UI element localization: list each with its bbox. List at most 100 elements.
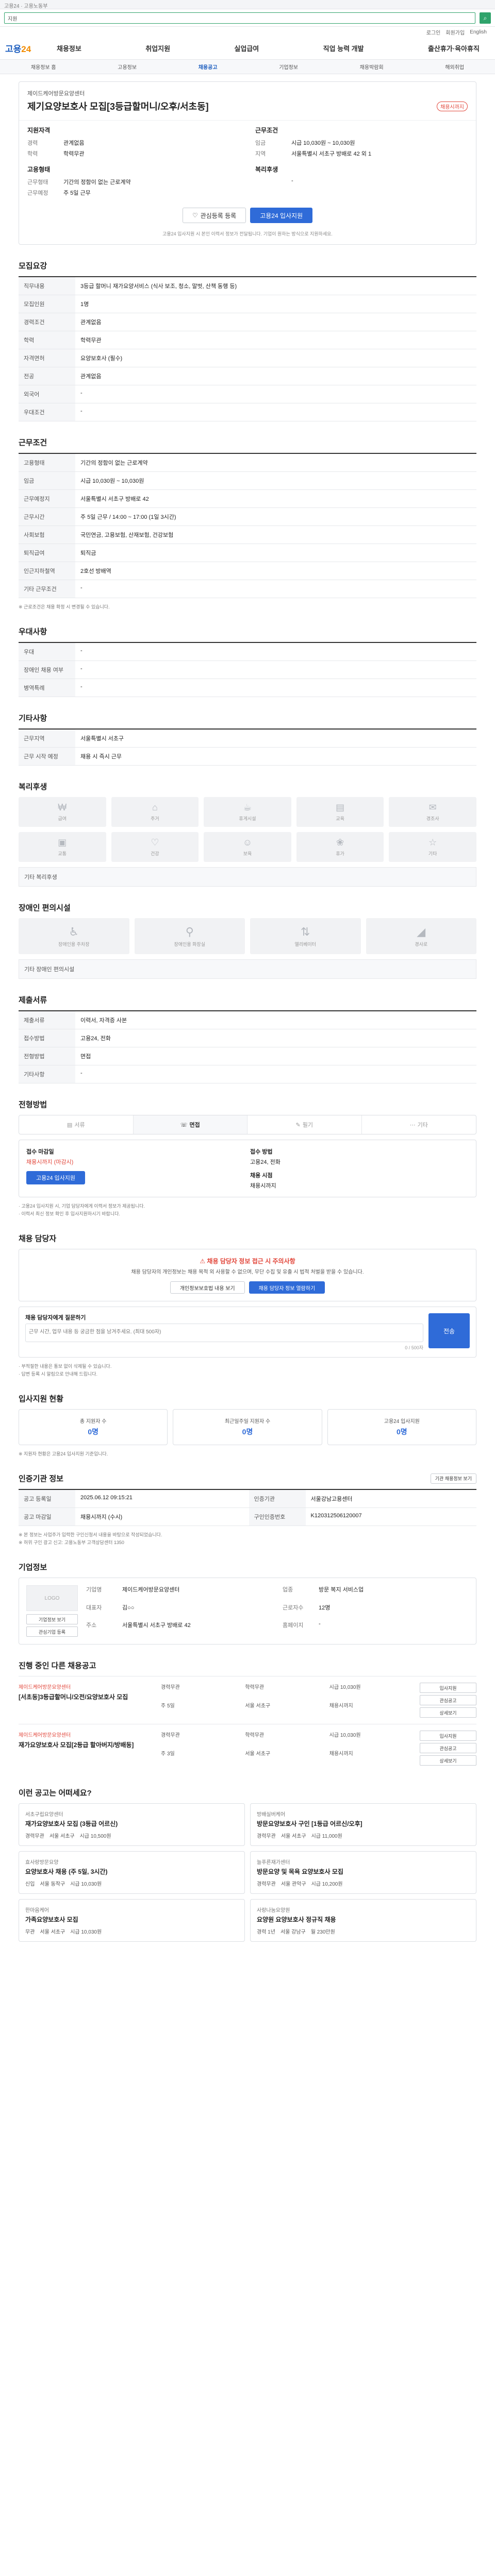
company-name[interactable]: 제이드케어방문요양센터 [27, 89, 468, 97]
info-row: 우대조건 - [19, 403, 476, 421]
other-job-item[interactable]: 제이드케어방문요양센터 [서초동]3등급할머니/오전/요양보호사 모집 경력무관 학력… [19, 1676, 476, 1724]
info-row: 제출서류 이력서, 자격증 사본 [19, 1011, 476, 1030]
privacy-law-button[interactable]: 개인정보보호법 내용 보기 [170, 1281, 245, 1294]
subnav-item[interactable]: 고용정보 [118, 63, 137, 71]
deadline-badge: 채용시까지 [437, 101, 468, 111]
recommend-title[interactable]: 요양원 요양보호사 정규직 채용 [257, 1916, 470, 1924]
signup-link[interactable]: 회원가입 [446, 28, 465, 36]
info-key: 경력조건 [19, 313, 75, 331]
inquiry-send-button[interactable]: 전송 [428, 1313, 470, 1349]
company-logo: LOGO [26, 1585, 78, 1612]
method-tab[interactable]: ⋯ 기타 [362, 1115, 476, 1134]
other-job-title[interactable]: [서초동]3등급할머니/오전/요양보호사 모집 [19, 1692, 153, 1701]
gnb-item[interactable]: 직업 능력 개발 [323, 43, 364, 53]
recommend-card[interactable]: 사랑나눔요양원 요양원 요양보호사 정규직 채용 경력 1년 서울 강남구 월 230만… [250, 1899, 476, 1942]
company-value: 김○○ [122, 1604, 135, 1611]
gnb-item[interactable]: 취업지원 [145, 43, 170, 53]
recommend-card[interactable]: 늘푸른재가센터 방문요양 및 목욕 요양보호사 모집 경력무관 서울 관악구 시급 10… [250, 1851, 476, 1894]
other-job-button[interactable]: 관심공고 [420, 1695, 476, 1706]
recommend-company: 사랑나눔요양원 [257, 1907, 290, 1913]
inquiry-textarea[interactable] [25, 1324, 423, 1343]
recommend-meta-item: 서울 관악구 [280, 1881, 306, 1887]
recommend-title[interactable]: 요양보호사 채용 (주 5일, 3시간) [25, 1868, 238, 1876]
contact-view-button[interactable]: 채용 담당자 정보 열람하기 [249, 1281, 325, 1294]
recommend-card[interactable]: 서초구립요양센터 재가요양보호사 모집 (3등급 어르신) 경력무관 서울 서초구 시급… [19, 1803, 245, 1846]
method-tab[interactable]: ☏ 면접 [133, 1115, 248, 1134]
info-value: 서울특별시 서초구 방배로 42 [75, 489, 476, 508]
other-jobs-list: 제이드케어방문요양센터 [서초동]3등급할머니/오전/요양보호사 모집 경력무관 학력… [19, 1676, 476, 1772]
scrap-button[interactable]: ♡ 관심등록 등록 [182, 208, 246, 223]
recommend-title[interactable]: 방문요양보호사 구인 [1등급 어르신/오후] [257, 1820, 470, 1828]
other-job-button[interactable]: 상세보기 [420, 1755, 476, 1766]
other-info-table: 근무지역 서울특별시 서초구 근무 시작 예정 채용 시 즉시 근무 [19, 728, 476, 766]
method-tab[interactable]: ▤ 서류 [19, 1115, 134, 1134]
apply-button-secondary[interactable]: 고용24 입사지원 [26, 1171, 86, 1185]
section-status-title: 입사지원 현황 [19, 1394, 63, 1403]
other-job-button[interactable]: 관심공고 [420, 1743, 476, 1754]
site-logo[interactable]: 고용24 [5, 42, 46, 55]
recommend-card[interactable]: 방배실버케어 방문요양보호사 구인 [1등급 어르신/오후] 경력무관 서울 서초구 시… [250, 1803, 476, 1846]
subnav-item[interactable]: 채용정보 홈 [31, 63, 56, 71]
info-row: 사회보험 국민연금, 고용보험, 산재보험, 건강보험 [19, 526, 476, 544]
recommend-meta-item: 경력 1년 [257, 1929, 275, 1935]
search-icon[interactable]: ⌕ [480, 12, 491, 24]
subnav-item[interactable]: 채용공고 [199, 63, 218, 71]
recommend-title[interactable]: 가족요양보호사 모집 [25, 1916, 238, 1924]
subnav-item[interactable]: 채용박람회 [360, 63, 384, 71]
info-key: 학력 [19, 331, 75, 349]
method-tab[interactable]: ✎ 필기 [248, 1115, 362, 1134]
other-job-meta-item: 학력무관 [245, 1685, 265, 1691]
recommend-meta-item: 경력무관 [25, 1833, 44, 1839]
recommend-title[interactable]: 재가요양보호사 모집 (3등급 어르신) [25, 1820, 238, 1828]
other-job-button[interactable]: 상세보기 [420, 1707, 476, 1718]
agency-jobs-button[interactable]: 기관 채용정보 보기 [430, 1473, 476, 1484]
inquiry-note: · 답변 등록 시 알림으로 안내해 드립니다. [19, 1371, 97, 1377]
company-info-button[interactable]: 기업정보 보기 [26, 1614, 78, 1625]
section-docs-title: 제출서류 [19, 996, 47, 1005]
other-job-meta-item: 서울 서초구 [245, 1751, 271, 1757]
other-job-button[interactable]: 입사지원 [420, 1683, 476, 1693]
section-company-title: 기업정보 [19, 1563, 47, 1572]
subnav-item[interactable]: 기업정보 [279, 63, 298, 71]
search-input[interactable]: 지원 [4, 12, 475, 24]
method-tab-label: 기타 [417, 1122, 428, 1129]
subnav-item[interactable]: 해외취업 [445, 63, 464, 71]
other-job-button[interactable]: 입사지원 [420, 1731, 476, 1741]
deadline-label: 접수 마감일 [26, 1149, 54, 1156]
recommend-company: 한마음케어 [25, 1907, 49, 1913]
language-link[interactable]: English [470, 29, 487, 35]
info-key: 기타 근무조건 [19, 580, 75, 598]
info-value: - [75, 642, 476, 662]
summary-value: 학력무관 [63, 151, 85, 157]
gnb-item[interactable]: 출산휴가·육아휴직 [428, 43, 480, 53]
elevator-icon: ⇅ [301, 925, 310, 938]
gnb-item[interactable]: 채용정보 [57, 43, 81, 53]
info-row: 근무지역 서울특별시 서초구 [19, 729, 476, 748]
other-job-actions: 입사지원관심공고 상세보기 [420, 1683, 476, 1718]
welfare-item: ₩ 급여 [19, 797, 106, 827]
recommend-title[interactable]: 방문요양 및 목욕 요양보호사 모집 [257, 1868, 470, 1876]
info-key: 우대조건 [19, 403, 75, 421]
main-menu: 채용정보 취업지원 실업급여 직업 능력 개발 출산휴가·육아휴직 [46, 43, 490, 53]
star-icon: ☆ [428, 837, 437, 848]
other-job-title[interactable]: 재가요양보호사 모집[2등급 할아버지/방배동] [19, 1740, 153, 1749]
stat-card: 총 지원자 수 0명 [19, 1409, 168, 1445]
posting-key: 인증기관 [249, 1489, 306, 1509]
company-value: - [319, 1621, 321, 1628]
company-value: 서울특별시 서초구 방배로 42 [122, 1622, 191, 1629]
section-welfare-title: 복리후생 [19, 783, 47, 792]
info-value: 국민연금, 고용보험, 산재보험, 건강보험 [75, 526, 476, 544]
login-link[interactable]: 로그인 [426, 28, 441, 36]
info-key: 임금 [19, 471, 75, 490]
gnb-item[interactable]: 실업급여 [234, 43, 259, 53]
recommend-card[interactable]: 효사랑방문요양 요양보호사 채용 (주 5일, 3시간) 신입 서울 동작구 시급 10… [19, 1851, 245, 1894]
other-job-item[interactable]: 제이드케어방문요양센터 재가요양보호사 모집[2등급 할아버지/방배동] 경력무관 학… [19, 1724, 476, 1772]
recommend-card[interactable]: 한마음케어가족요양보호사 모집무관 서울 서초구 시급 10,030원 [19, 1899, 245, 1942]
other-job-meta-item: 서울 서초구 [245, 1703, 271, 1709]
company-follow-button[interactable]: 관심기업 등록 [26, 1626, 78, 1637]
apply-button[interactable]: 고용24 입사지원 [250, 208, 313, 223]
other-job-meta-item: 주 5일 [161, 1703, 175, 1709]
recommend-meta: 경력무관 서울 관악구 시급 10,200원 [257, 1879, 470, 1887]
welfare-extra: 기타 복리후생 [19, 867, 476, 887]
recommend-meta: 무관 서울 서초구 시급 10,030원 [25, 1927, 238, 1935]
